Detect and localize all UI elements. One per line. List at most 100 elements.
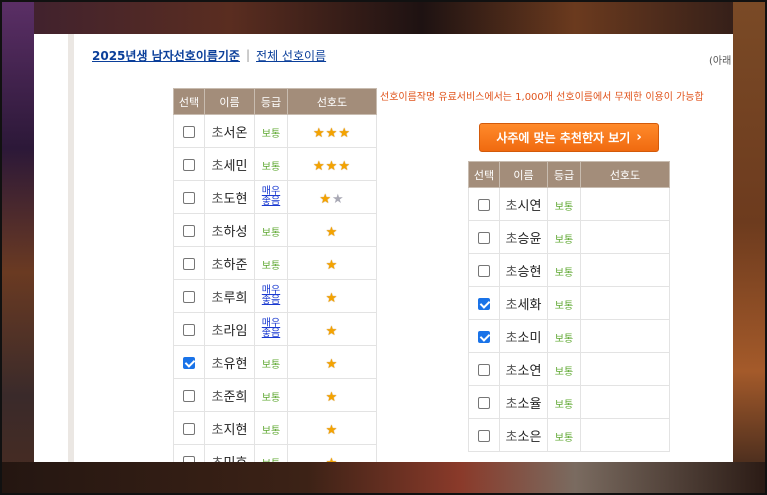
grade-badge: 보통 xyxy=(261,128,281,140)
preference-cell xyxy=(580,319,670,353)
table-row: 초승현 보통 xyxy=(468,253,670,287)
right-names-table: 선택 이름 등급 선호도 초시연 보통 초승윤 보통 초승현 보통 초세화 보통 초소미 보통 초소… xyxy=(468,161,670,452)
name-cell: 초세화 xyxy=(499,286,548,320)
select-cell xyxy=(173,345,205,379)
select-cell xyxy=(173,312,205,346)
preference-cell: ★★ xyxy=(287,180,377,214)
select-cell xyxy=(173,147,205,181)
grade-cell: 보통 xyxy=(547,352,581,386)
name-text[interactable]: 초서온 xyxy=(212,126,248,141)
name-checkbox[interactable] xyxy=(478,331,490,343)
grade-line: 좋음 xyxy=(261,195,281,207)
star-icon: ★ xyxy=(313,125,326,141)
grade-cell: 매우 좋음 xyxy=(254,279,288,313)
table-header-row: 선택 이름 등급 선호도 xyxy=(173,88,377,115)
preference-stars: ★ xyxy=(326,390,339,405)
name-text[interactable]: 초시연 xyxy=(506,199,542,214)
name-checkbox[interactable] xyxy=(183,192,195,204)
name-text[interactable]: 초세화 xyxy=(506,298,542,313)
name-cell: 초지현 xyxy=(204,411,255,445)
col-header-select: 선택 xyxy=(468,161,500,188)
name-text[interactable]: 초승윤 xyxy=(506,232,542,247)
name-checkbox[interactable] xyxy=(183,258,195,270)
name-text[interactable]: 초승현 xyxy=(506,265,542,280)
name-checkbox[interactable] xyxy=(478,232,490,244)
half-star-icon: ★ xyxy=(332,191,345,207)
select-cell xyxy=(468,187,500,221)
star-icon: ★ xyxy=(325,257,339,273)
name-checkbox[interactable] xyxy=(478,364,490,376)
name-checkbox[interactable] xyxy=(183,225,195,237)
grade-cell: 보통 xyxy=(254,213,288,247)
preference-cell xyxy=(580,187,670,221)
name-text[interactable]: 초도현 xyxy=(212,192,248,207)
name-text[interactable]: 초소연 xyxy=(506,364,542,379)
name-text[interactable]: 초소율 xyxy=(506,397,542,412)
name-cell: 초승현 xyxy=(499,253,548,287)
link-2025-male-names[interactable]: 2025년생 남자선호이름기준 xyxy=(92,47,240,64)
select-cell xyxy=(468,319,500,353)
star-icon: ★ xyxy=(325,323,339,339)
recommend-hanja-button[interactable]: 사주에 맞는 추천한자 보기 › xyxy=(479,123,659,152)
preference-stars: ★ xyxy=(326,258,339,273)
surname: 초 xyxy=(211,257,224,273)
name-text[interactable]: 초하준 xyxy=(212,258,248,273)
name-checkbox[interactable] xyxy=(183,456,195,462)
preference-cell: ★ xyxy=(287,444,377,462)
name-text[interactable]: 초민호 xyxy=(212,456,248,463)
name-checkbox[interactable] xyxy=(478,397,490,409)
surname: 초 xyxy=(505,231,518,247)
surname: 초 xyxy=(505,363,518,379)
col-header-preference: 선호도 xyxy=(580,161,670,188)
select-cell xyxy=(173,180,205,214)
name-checkbox[interactable] xyxy=(183,423,195,435)
background-right xyxy=(733,0,767,495)
select-cell xyxy=(173,279,205,313)
name-cell: 초민호 xyxy=(204,444,255,463)
name-text[interactable]: 초소미 xyxy=(506,331,542,346)
preference-cell xyxy=(580,220,670,254)
grade-badge: 보통 xyxy=(554,333,574,345)
content-panel: 2025년생 남자선호이름기준 | 전체 선호이름 (아래 선호이름작명 유료서… xyxy=(34,34,733,462)
select-cell xyxy=(173,378,205,412)
select-cell xyxy=(468,253,500,287)
given-name: 세화 xyxy=(517,297,542,313)
preference-cell xyxy=(580,253,670,287)
name-checkbox[interactable] xyxy=(478,199,490,211)
name-checkbox[interactable] xyxy=(478,298,490,310)
name-checkbox[interactable] xyxy=(478,430,490,442)
name-checkbox[interactable] xyxy=(183,357,195,369)
name-cell: 초서온 xyxy=(204,114,255,148)
preference-stars: ★ xyxy=(326,225,339,240)
name-text[interactable]: 초라임 xyxy=(212,324,248,339)
name-checkbox[interactable] xyxy=(183,159,195,171)
grade-badge: 보통 xyxy=(262,459,280,463)
name-cell: 초소은 xyxy=(499,418,548,452)
name-checkbox[interactable] xyxy=(183,324,195,336)
name-text[interactable]: 초소은 xyxy=(506,430,542,445)
name-text[interactable]: 초지현 xyxy=(212,423,248,438)
name-checkbox[interactable] xyxy=(183,291,195,303)
name-checkbox[interactable] xyxy=(183,390,195,402)
name-text[interactable]: 초준희 xyxy=(212,390,248,405)
name-text[interactable]: 초세민 xyxy=(212,159,248,174)
grade-badge: 보통 xyxy=(261,392,281,404)
grade-badge: 보통 xyxy=(261,161,281,173)
name-text[interactable]: 초루희 xyxy=(212,291,248,306)
preference-cell xyxy=(580,352,670,386)
name-text[interactable]: 초유현 xyxy=(212,357,248,372)
link-all-preferred-names[interactable]: 전체 선호이름 xyxy=(256,47,326,64)
name-checkbox[interactable] xyxy=(478,265,490,277)
given-name: 소은 xyxy=(517,429,542,445)
grade-cell: 보통 xyxy=(254,444,288,463)
name-cell: 초준희 xyxy=(204,378,255,412)
preference-stars: ★★ xyxy=(319,192,344,207)
name-text[interactable]: 초하성 xyxy=(212,225,248,240)
surname: 초 xyxy=(211,290,224,306)
star-icon: ★ xyxy=(338,125,351,141)
surname: 초 xyxy=(211,158,224,174)
name-checkbox[interactable] xyxy=(183,126,195,138)
given-name: 소미 xyxy=(517,330,542,346)
grade-cell: 보통 xyxy=(254,378,288,412)
star-icon: ★ xyxy=(325,224,339,240)
